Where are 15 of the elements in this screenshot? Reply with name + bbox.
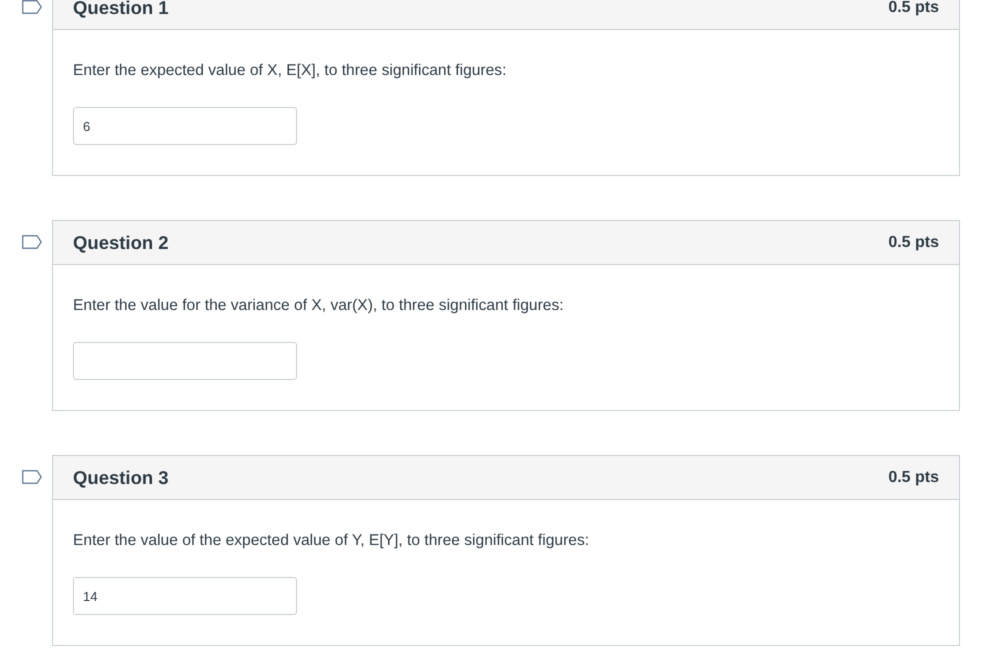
question-prompt: Enter the value of the expected value of Y, E[Y], to three significant figures: bbox=[73, 531, 590, 551]
question-prompt: Enter the value for the variance of X, var(X), to three significant figures: bbox=[73, 296, 564, 316]
points-label: 0.5 pts bbox=[888, 0, 939, 16]
flag-icon[interactable] bbox=[22, 470, 42, 484]
question-title: Question 3 bbox=[73, 466, 169, 488]
points-label: 0.5 pts bbox=[888, 468, 939, 486]
answer-field[interactable]: 14 bbox=[73, 577, 297, 615]
answer-field[interactable] bbox=[73, 342, 297, 380]
answer-field[interactable]: 6 bbox=[73, 107, 297, 145]
question-prompt: Enter the expected value of X, E[X], to three significant figures: bbox=[73, 61, 506, 81]
flag-icon[interactable] bbox=[22, 235, 42, 249]
flag-icon[interactable] bbox=[22, 0, 42, 14]
question-title: Question 2 bbox=[73, 232, 169, 254]
points-label: 0.5 pts bbox=[888, 234, 939, 252]
question-title: Question 1 bbox=[73, 0, 169, 18]
